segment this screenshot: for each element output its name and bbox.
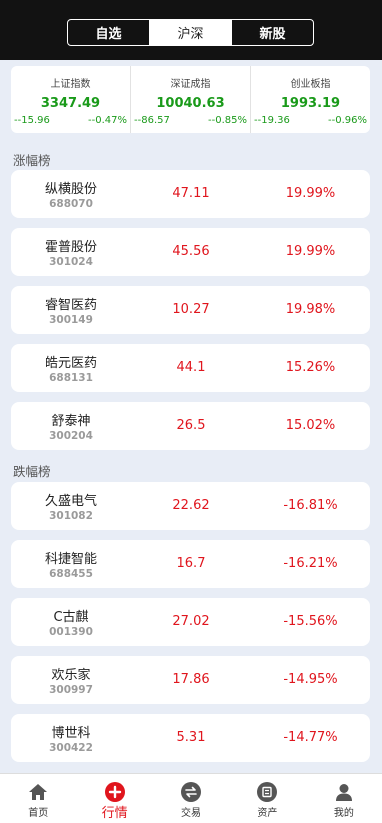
tab-shanghai-shenzhen[interactable]: 沪深 [149, 20, 231, 45]
tab-label: 资产 [257, 808, 278, 819]
stock-row[interactable]: 纵横股份 688070 47.11 19.99% [11, 170, 370, 218]
index-value: 1993.19 [280, 96, 341, 111]
stock-code: 301082 [49, 510, 93, 522]
stock-name: 博世科 [51, 726, 91, 741]
stock-name: 科捷智能 [44, 552, 97, 567]
stock-change-pct: -14.77% [283, 730, 338, 745]
stock-price: 27.02 [172, 614, 210, 629]
assets-icon [257, 782, 278, 802]
stock-change-pct: -16.21% [283, 556, 338, 571]
tab-new-stocks[interactable]: 新股 [231, 20, 313, 45]
market-icon [104, 782, 125, 802]
stock-name: 皓元医药 [44, 356, 97, 371]
index-chinext[interactable]: 创业板指 1993.19 --19.36 --0.96% [250, 66, 370, 133]
stock-name: 舒泰神 [51, 414, 91, 429]
losers-section-title: 跌幅榜 [13, 464, 51, 479]
stock-name: 霍普股份 [44, 240, 97, 255]
stock-price: 26.5 [176, 418, 206, 433]
stock-row[interactable]: 睿智医药 300149 10.27 19.98% [11, 286, 370, 334]
stock-price: 10.27 [172, 302, 210, 317]
tab-profile[interactable]: 我的 [306, 774, 382, 823]
tab-label: 交易 [181, 808, 202, 819]
stock-change-pct: 19.98% [285, 302, 336, 317]
index-name: 上证指数 [50, 79, 91, 90]
index-change: --86.57 [134, 115, 170, 126]
stock-row[interactable]: 博世科 300422 5.31 -14.77% [11, 714, 370, 762]
stock-row[interactable]: 霍普股份 301024 45.56 19.99% [11, 228, 370, 276]
stock-price: 5.31 [176, 730, 206, 745]
index-change: --15.96 [14, 115, 50, 126]
tab-label: 我的 [333, 808, 354, 819]
index-summary-card: 上证指数 3347.49 --15.96 --0.47% 深证成指 10040.… [11, 66, 370, 133]
index-change-pct: --0.85% [208, 115, 247, 126]
index-value: 10040.63 [156, 96, 225, 111]
user-icon [334, 782, 354, 802]
stock-code: 001390 [49, 626, 93, 638]
tab-market[interactable]: 行情 [76, 774, 152, 823]
top-bar: 自选 沪深 新股 [0, 0, 382, 60]
index-name: 创业板指 [290, 79, 331, 90]
trade-icon [181, 782, 202, 802]
stock-change-pct: -16.81% [283, 498, 338, 513]
index-change-pct: --0.47% [88, 115, 127, 126]
stock-change-pct: -15.56% [283, 614, 338, 629]
tab-watchlist[interactable]: 自选 [68, 20, 149, 45]
home-icon [28, 782, 48, 802]
stock-price: 16.7 [176, 556, 206, 571]
stock-price: 45.56 [172, 244, 210, 259]
stock-row[interactable]: C古麒 001390 27.02 -15.56% [11, 598, 370, 646]
index-name: 深证成指 [170, 79, 211, 90]
tab-assets[interactable]: 资产 [229, 774, 305, 823]
stock-row[interactable]: 舒泰神 300204 26.5 15.02% [11, 402, 370, 450]
stock-code: 688455 [49, 568, 93, 580]
stock-row[interactable]: 科捷智能 688455 16.7 -16.21% [11, 540, 370, 588]
stock-price: 47.11 [172, 186, 210, 201]
index-value: 3347.49 [40, 96, 101, 111]
stock-row[interactable]: 欢乐家 300997 17.86 -14.95% [11, 656, 370, 704]
stock-change-pct: 19.99% [285, 186, 336, 201]
index-shenzhen[interactable]: 深证成指 10040.63 --86.57 --0.85% [130, 66, 250, 133]
tab-home[interactable]: 首页 [0, 774, 76, 823]
tab-label: 行情 [101, 806, 128, 821]
stock-change-pct: 15.26% [285, 360, 336, 375]
tab-trade[interactable]: 交易 [153, 774, 229, 823]
stock-name: 欢乐家 [51, 668, 91, 683]
stock-price: 22.62 [172, 498, 210, 513]
stock-change-pct: -14.95% [283, 672, 338, 687]
stock-code: 688131 [49, 372, 93, 384]
stock-code: 300997 [49, 684, 93, 696]
stock-code: 301024 [49, 256, 93, 268]
gainers-section-title: 涨幅榜 [13, 153, 51, 168]
stock-row[interactable]: 久盛电气 301082 22.62 -16.81% [11, 482, 370, 530]
stock-code: 300149 [49, 314, 93, 326]
stock-change-pct: 15.02% [285, 418, 336, 433]
index-shanghai[interactable]: 上证指数 3347.49 --15.96 --0.47% [11, 66, 130, 133]
index-change-pct: --0.96% [328, 115, 367, 126]
stock-code: 300422 [49, 742, 93, 754]
stock-code: 688070 [49, 198, 93, 210]
stock-name: 睿智医药 [44, 298, 97, 313]
market-segment-control: 自选 沪深 新股 [67, 19, 314, 46]
stock-price: 44.1 [176, 360, 206, 375]
stock-name: 久盛电气 [44, 494, 97, 509]
stock-name: 纵横股份 [44, 182, 97, 197]
index-change: --19.36 [254, 115, 290, 126]
stock-name: C古麒 [53, 610, 89, 625]
stock-row[interactable]: 皓元医药 688131 44.1 15.26% [11, 344, 370, 392]
stock-price: 17.86 [172, 672, 210, 687]
stock-code: 300204 [49, 430, 93, 442]
tab-label: 首页 [28, 808, 49, 819]
bottom-tab-bar: 首页 行情 交易 资产 我的 [0, 773, 382, 823]
stock-change-pct: 19.99% [285, 244, 336, 259]
